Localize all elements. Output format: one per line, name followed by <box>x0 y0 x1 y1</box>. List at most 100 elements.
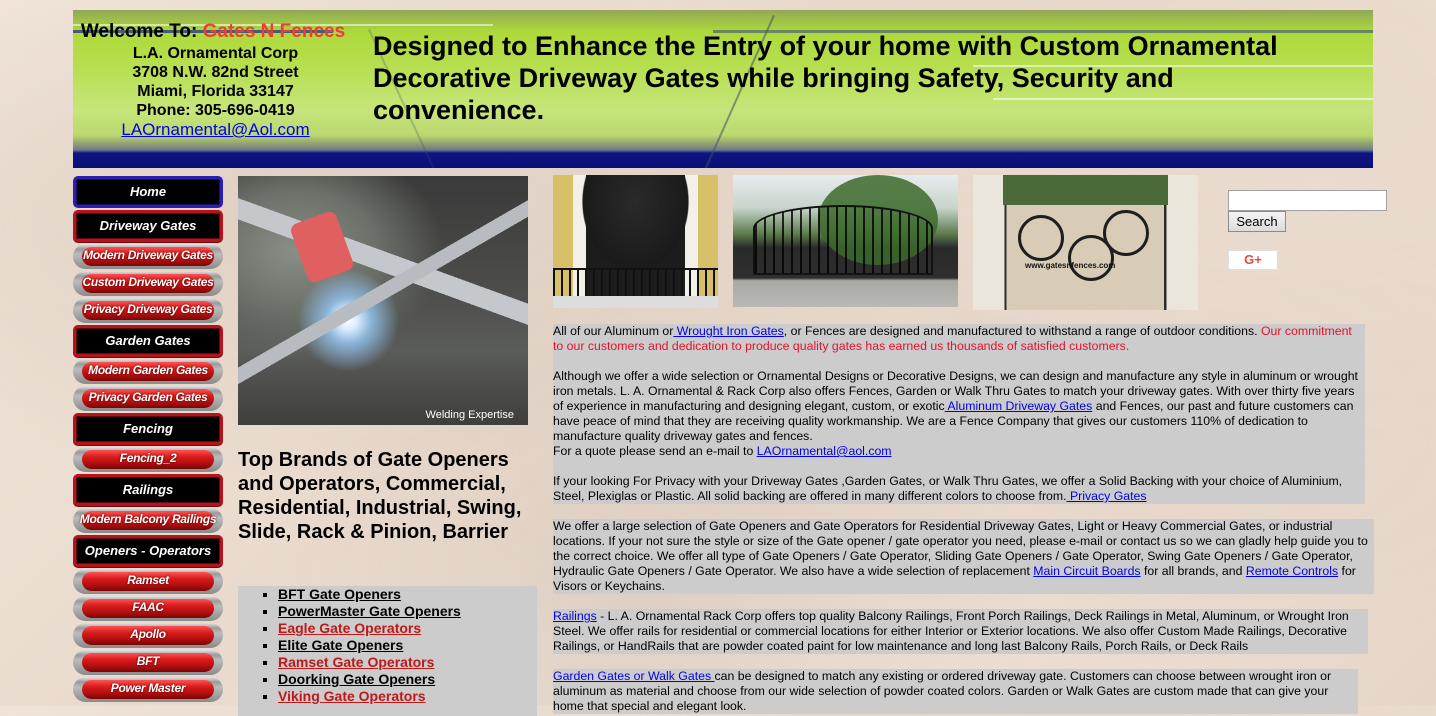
nav-item-ramset[interactable]: Ramset <box>73 569 223 594</box>
brand-list-item: Ramset Gate Operators <box>278 654 537 671</box>
nav-item-label: Fencing_2 <box>119 451 177 465</box>
search-input[interactable] <box>1228 190 1387 211</box>
gate-photo-scroll[interactable]: www.gatesnfences.com <box>973 175 1198 310</box>
google-plus-icon: G+ <box>1244 252 1262 267</box>
sidebar-nav: Home Driveway Gates Modern Driveway Gates C… <box>73 176 223 704</box>
garden-gates-paragraph: Garden Gates or Walk Gates can be design… <box>553 669 1358 714</box>
photo-watermark: www.gatesnfences.com <box>1025 261 1116 270</box>
welding-mask-shape <box>288 209 356 285</box>
nav-item-label: Home <box>129 184 167 199</box>
nav-item-label: Ramset <box>127 573 169 587</box>
company-name: L.A. Ornamental Corp <box>132 45 299 62</box>
brand-list-item: PowerMaster Gate Openers <box>278 603 537 620</box>
brand-list-item: BFT Gate Openers <box>278 586 537 603</box>
nav-item-label: Apollo <box>130 627 166 641</box>
text: If your looking For Privacy with your Dr… <box>553 474 1343 503</box>
brand-list-item: Elite Gate Openers <box>278 637 537 654</box>
nav-item-driveway-gates[interactable]: Driveway Gates <box>73 210 223 242</box>
brand-list-item: Eagle Gate Operators <box>278 620 537 637</box>
nav-item-modern-driveway-gates[interactable]: Modern Driveway Gates <box>73 244 223 269</box>
nav-item-label: Garden Gates <box>105 333 191 348</box>
text: - L. A. Ornamental Rack Corp offers top … <box>553 609 1349 653</box>
brand-link[interactable]: Doorking Gate Openers <box>278 671 435 687</box>
nav-item-label: Modern Garden Gates <box>88 363 208 377</box>
brands-list-box: BFT Gate OpenersPowerMaster Gate Openers… <box>238 586 537 716</box>
photo-scroll-ornament <box>1103 210 1149 256</box>
nav-item-label: Fencing <box>123 421 173 436</box>
brand-link[interactable]: Elite Gate Openers <box>278 637 403 653</box>
brands-list: BFT Gate OpenersPowerMaster Gate Openers… <box>238 586 537 705</box>
nav-item-garden-gates[interactable]: Garden Gates <box>73 325 223 357</box>
gate-photo-arched-entry[interactable] <box>553 175 718 308</box>
nav-item-label: Modern Driveway Gates <box>83 248 213 262</box>
nav-item-faac[interactable]: FAAC <box>73 596 223 621</box>
garden-walk-gates-link[interactable]: Garden Gates or Walk Gates <box>553 669 715 683</box>
main-content: All of our Aluminum or Wrought Iron Gate… <box>553 324 1375 714</box>
nav-item-label: FAAC <box>132 600 164 614</box>
nav-item-modern-garden-gates[interactable]: Modern Garden Gates <box>73 359 223 384</box>
nav-item-label: Modern Balcony Railings <box>79 512 217 526</box>
main-circuit-boards-link[interactable]: Main Circuit Boards <box>1033 564 1140 578</box>
nav-item-label: Privacy Driveway Gates <box>83 302 213 316</box>
brand-link[interactable]: BFT Gate Openers <box>278 586 401 602</box>
nav-item-home[interactable]: Home <box>73 176 223 208</box>
nav-item-label: Openers - Operators <box>84 543 212 558</box>
welding-photo: Welding Expertise <box>238 176 528 425</box>
nav-item-railings[interactable]: Railings <box>73 474 223 506</box>
text: , or Fences are designed and manufacture… <box>783 324 1261 338</box>
brand-list-item: Viking Gate Operators <box>278 688 537 705</box>
photo-railing <box>553 268 718 296</box>
aluminum-driveway-gates-link[interactable]: Aluminum Driveway Gates <box>945 399 1092 413</box>
welcome-prefix: Welcome To: <box>80 21 203 42</box>
brand-name: Gates N Fences <box>202 21 346 42</box>
privacy-gates-link[interactable]: Privacy Gates <box>1067 489 1147 503</box>
city-state-zip: Miami, Florida 33147 <box>137 83 294 100</box>
openers-paragraph: We offer a large selection of Gate Opene… <box>553 519 1374 594</box>
brand-link[interactable]: Viking Gate Operators <box>278 688 426 704</box>
nav-item-fencing[interactable]: Fencing <box>73 413 223 445</box>
remote-controls-link[interactable]: Remote Controls <box>1246 564 1338 578</box>
railings-paragraph: Railings - L. A. Ornamental Rack Corp of… <box>553 609 1368 654</box>
wrought-iron-gates-link[interactable]: Wrought Iron Gates <box>673 324 784 338</box>
nav-item-bft[interactable]: BFT <box>73 650 223 675</box>
nav-item-fencing-2[interactable]: Fencing_2 <box>73 447 223 472</box>
street-address: 3708 N.W. 82nd Street <box>132 64 299 81</box>
welding-caption: Welding Expertise <box>425 409 514 421</box>
nav-item-privacy-driveway-gates[interactable]: Privacy Driveway Gates <box>73 298 223 323</box>
nav-item-privacy-garden-gates[interactable]: Privacy Garden Gates <box>73 386 223 411</box>
nav-item-modern-balcony-railings[interactable]: Modern Balcony Railings <box>73 508 223 533</box>
nav-item-openers-operators[interactable]: Openers - Operators <box>73 535 223 567</box>
brand-link[interactable]: PowerMaster Gate Openers <box>278 603 461 619</box>
header-banner: Welcome To: Gates N Fences L.A. Ornament… <box>73 10 1373 168</box>
brand-link[interactable]: Ramset Gate Operators <box>278 654 434 670</box>
nav-item-label: Custom Driveway Gates <box>82 275 214 289</box>
photo-foliage <box>1003 175 1168 205</box>
brands-heading: Top Brands of Gate Openers and Operators… <box>238 449 522 543</box>
search-button[interactable]: Search <box>1228 211 1286 232</box>
nav-item-custom-driveway-gates[interactable]: Custom Driveway Gates <box>73 271 223 296</box>
phone-number: Phone: 305-696-0419 <box>136 102 295 119</box>
nav-item-apollo[interactable]: Apollo <box>73 623 223 648</box>
brand-link[interactable]: Eagle Gate Operators <box>278 620 421 636</box>
header-email-link[interactable]: LAOrnamental@Aol.com <box>121 120 309 139</box>
photo-floor <box>553 296 718 308</box>
nav-item-label: Privacy Garden Gates <box>88 390 208 404</box>
contact-info: L.A. Ornamental Corp 3708 N.W. 82nd Stre… <box>73 44 358 140</box>
nav-item-label: BFT <box>136 654 160 668</box>
nav-item-label: Power Master <box>110 681 186 695</box>
gate-photo-driveway[interactable] <box>733 175 958 307</box>
nav-item-label: Railings <box>122 482 174 497</box>
nav-item-label: Driveway Gates <box>99 218 197 233</box>
text: for all brands, and <box>1140 564 1246 578</box>
intro-paragraph: All of our Aluminum or Wrought Iron Gate… <box>553 324 1365 504</box>
text: For a quote please send an e-mail to <box>553 444 757 458</box>
railings-link[interactable]: Railings <box>553 609 597 623</box>
tagline: Designed to Enhance the Entry of your ho… <box>373 31 1278 125</box>
nav-item-power-master[interactable]: Power Master <box>73 677 223 702</box>
brand-list-item: Doorking Gate Openers <box>278 671 537 688</box>
text: All of our Aluminum or <box>553 324 674 338</box>
photo-gate <box>753 205 933 275</box>
quote-email-link[interactable]: LAOrnamental@aol.com <box>757 444 892 458</box>
photo-scroll-ornament <box>1018 215 1064 261</box>
google-plus-button[interactable]: G+ <box>1228 250 1278 270</box>
